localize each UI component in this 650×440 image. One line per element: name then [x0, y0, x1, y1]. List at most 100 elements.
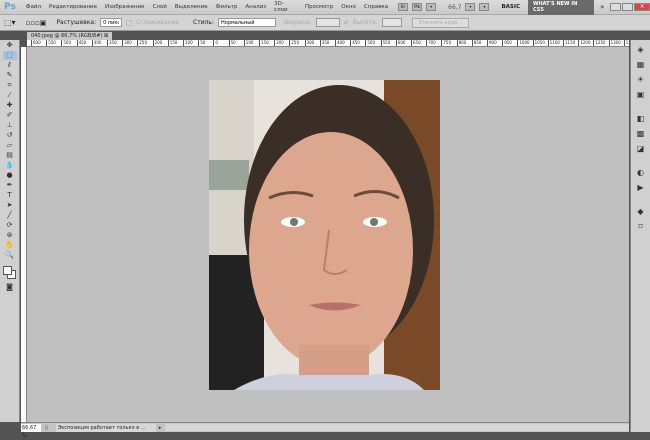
swap-icon[interactable]: ⇄	[344, 19, 349, 26]
bridge-icon[interactable]: Br	[398, 3, 409, 11]
feather-input[interactable]	[100, 18, 123, 27]
3d-panel-icon[interactable]: ◆	[636, 207, 646, 217]
marquee-tool-icon[interactable]: ⬚	[2, 51, 17, 60]
ruler-label: 150	[167, 40, 178, 46]
adjustments-panel-icon[interactable]: ☀	[636, 75, 646, 85]
color-swatches[interactable]	[0, 264, 19, 282]
options-bar: ⬚▾ ▫▫▫▣ Растушевка: Сглаживание Стиль: Ш…	[0, 15, 650, 31]
masks-panel-icon[interactable]: ▣	[636, 90, 646, 100]
layers-panel-icon[interactable]: ◧	[636, 114, 646, 124]
menu-filter[interactable]: Фильтр	[212, 4, 242, 10]
status-text: Экспозиция работает только в ...	[55, 423, 156, 432]
feather-label: Растушевка:	[56, 19, 97, 26]
close-button[interactable]: ×	[634, 3, 650, 11]
history-brush-tool-icon[interactable]: ↺	[3, 131, 17, 140]
swatches-panel-icon[interactable]: ▦	[636, 60, 646, 70]
ruler-label: 400	[91, 40, 102, 46]
menu-image[interactable]: Изображение	[101, 4, 149, 10]
arrange-documents-icon[interactable]: ▾	[465, 3, 476, 11]
ruler-label: 100	[243, 40, 254, 46]
foreground-color[interactable]	[3, 266, 12, 275]
ruler-label: 200	[152, 40, 163, 46]
menu-file[interactable]: Файл	[22, 4, 45, 10]
marquee-tool-icon[interactable]: ⬚▾	[4, 18, 16, 27]
zoom-level[interactable]: 66,7	[448, 4, 461, 11]
history-panel-icon[interactable]: ◐	[636, 168, 646, 178]
move-tool-icon[interactable]: ✥	[3, 41, 17, 50]
ruler-label: 600	[31, 40, 41, 46]
photoshop-logo: Ps	[4, 2, 16, 12]
gradient-tool-icon[interactable]: ▤	[3, 151, 17, 160]
refine-edge-button[interactable]: Уточнить край...	[411, 17, 469, 28]
shape-tool-icon[interactable]: ╱	[3, 211, 17, 220]
lasso-tool-icon[interactable]: ℓ	[3, 61, 17, 70]
menu-layer[interactable]: Слой	[149, 4, 171, 10]
workspace-basic[interactable]: BASIC	[501, 4, 520, 10]
menu-view[interactable]: Просмотр	[301, 4, 337, 10]
canvas-area[interactable]	[27, 47, 629, 422]
selection-mode-icons[interactable]: ▫▫▫▣	[26, 19, 47, 27]
3d-orbit-tool-icon[interactable]: ⊛	[3, 231, 17, 240]
style-select[interactable]	[218, 18, 276, 27]
healing-brush-tool-icon[interactable]: ✚	[3, 101, 17, 110]
eraser-tool-icon[interactable]: ▱	[3, 141, 17, 150]
view-extras-icon[interactable]: ▾	[426, 3, 437, 11]
quick-selection-tool-icon[interactable]: ✎	[3, 71, 17, 80]
width-input[interactable]	[315, 18, 340, 27]
ruler-label: 400	[335, 40, 345, 46]
pen-tool-icon[interactable]: ✒	[3, 181, 17, 190]
zoom-tool-icon[interactable]: 🔍	[3, 251, 17, 260]
clone-stamp-tool-icon[interactable]: ⊥	[3, 121, 17, 130]
brush-tool-icon[interactable]: ✐	[3, 111, 17, 120]
menu-edit[interactable]: Редактирование	[45, 4, 101, 10]
status-bar: 66,67 % ▯ Экспозиция работает только в .…	[21, 422, 629, 439]
transform-panel-icon[interactable]: ⌑	[636, 222, 646, 232]
color-panel-icon[interactable]: ◈	[636, 45, 646, 55]
dodge-tool-icon[interactable]: ●	[3, 171, 17, 180]
minimize-button[interactable]	[610, 3, 622, 11]
more-workspaces-icon[interactable]: »	[600, 3, 604, 11]
horizontal-ruler: 600 550 500 450 400 350 300 250 200 150 100 50 0 50 10…	[27, 40, 629, 47]
status-menu-arrow-icon[interactable]: ▸	[159, 425, 162, 431]
close-tab-icon[interactable]: ⊠	[104, 33, 108, 39]
ruler-label: 1200	[578, 40, 591, 46]
minibridge-icon[interactable]: Mb	[412, 3, 423, 11]
ruler-label: 50	[228, 40, 236, 46]
ruler-label: 300	[122, 40, 132, 46]
ruler-label: 1150	[563, 40, 576, 46]
channels-panel-icon[interactable]: ▩	[636, 129, 646, 139]
width-label: Ширина:	[284, 19, 312, 26]
actions-panel-icon[interactable]: ▶	[636, 183, 646, 193]
blur-tool-icon[interactable]: 💧	[3, 161, 17, 170]
hand-tool-icon[interactable]: ✋	[3, 241, 17, 250]
photo-image	[209, 80, 440, 390]
paths-panel-icon[interactable]: ◪	[636, 144, 646, 154]
height-input[interactable]	[381, 18, 402, 27]
antialias-label: Сглаживание	[136, 19, 180, 26]
path-selection-tool-icon[interactable]: ➤	[3, 201, 17, 210]
status-info-icon[interactable]: ▯	[45, 425, 48, 431]
document-tab[interactable]: 040.jpeg @ 66,7% (RGB/8#) ⊠	[27, 32, 113, 40]
screen-mode-icon[interactable]: ▾	[479, 3, 490, 11]
ruler-label: 850	[471, 40, 482, 46]
menu-analysis[interactable]: Анализ	[241, 4, 270, 10]
eyedropper-tool-icon[interactable]: ⁄	[3, 91, 17, 100]
crop-tool-icon[interactable]: ⌗	[3, 81, 17, 90]
3d-rotate-tool-icon[interactable]: ⟳	[3, 221, 17, 230]
menu-help[interactable]: Справка	[360, 4, 392, 10]
ruler-label: 250	[289, 40, 300, 46]
workspace-whats-new[interactable]: WHAT'S NEW IN CS5	[527, 0, 595, 15]
maximize-button[interactable]	[622, 3, 634, 11]
document-tab-title: 040.jpeg @ 66,7% (RGB/8#)	[31, 33, 103, 39]
status-zoom[interactable]: 66,67 %	[21, 423, 41, 439]
menu-window[interactable]: Окно	[337, 4, 360, 10]
style-label: Стиль:	[193, 19, 214, 26]
horizontal-scrollbar[interactable]	[165, 424, 629, 431]
type-tool-icon[interactable]: T	[3, 191, 17, 200]
quick-mask-icon[interactable]: ◙	[3, 283, 17, 292]
menu-bar: Ps Файл Редактирование Изображение Слой …	[0, 0, 650, 15]
antialias-checkbox[interactable]	[126, 19, 133, 26]
tools-panel: ✥ ⬚ ℓ ✎ ⌗ ⁄ ✚ ✐ ⊥ ↺ ▱ ▤ 💧 ● ✒ T ➤ ╱ ⟳ ⊛ …	[0, 40, 20, 422]
menu-3d[interactable]: 3D-слои	[270, 1, 301, 13]
menu-select[interactable]: Выделение	[171, 4, 212, 10]
